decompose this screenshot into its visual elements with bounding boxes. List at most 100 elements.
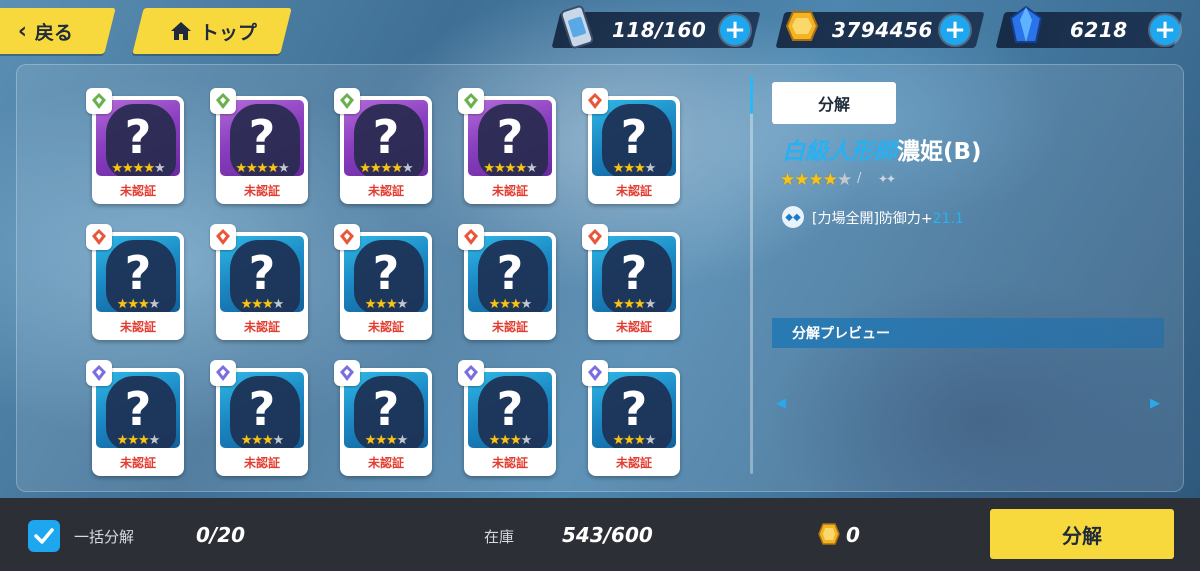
item-name-rest: 濃姫(B) xyxy=(897,139,982,165)
unknown-icon: ? xyxy=(496,110,524,164)
item-name-accent: 白級人形師 xyxy=(782,139,897,165)
item-card[interactable]: ? ★★★★ 未認証 xyxy=(334,360,432,476)
item-name: 白級人形師濃姫(B) xyxy=(782,132,982,166)
unknown-icon: ? xyxy=(496,382,524,436)
element-badge-icon xyxy=(334,360,360,386)
top-button[interactable]: トップ xyxy=(132,8,292,54)
card-label: 未認証 xyxy=(367,456,404,470)
bulk-count: 0/20 xyxy=(196,523,246,547)
stock-label: 在庫 xyxy=(484,528,515,546)
element-badge-icon xyxy=(582,224,608,250)
item-card[interactable]: ? ★★★★★ 未認証 xyxy=(334,88,432,204)
card-label: 未認証 xyxy=(243,184,280,198)
card-label: 未認証 xyxy=(491,320,528,334)
unknown-icon: ? xyxy=(372,382,400,436)
card-label: 未認証 xyxy=(367,320,404,334)
item-card[interactable]: ? ★★★★ 未認証 xyxy=(210,224,308,340)
element-badge-icon xyxy=(86,224,112,250)
element-badge-icon xyxy=(334,88,360,114)
card-label: 未認証 xyxy=(243,320,280,334)
card-label: 未認証 xyxy=(615,184,652,198)
item-card[interactable]: ? ★★★★★ 未認証 xyxy=(86,88,184,204)
item-card[interactable]: ? ★★★★★ 未認証 xyxy=(210,88,308,204)
item-card[interactable]: ? ★★★★ 未認証 xyxy=(458,360,556,476)
card-stars: ★★★★ xyxy=(364,297,409,312)
scrollbar-thumb[interactable] xyxy=(750,76,753,114)
card-label: 未認証 xyxy=(491,184,528,198)
crystal-icon xyxy=(1006,4,1046,52)
item-card[interactable]: ? ★★★★ 未認証 xyxy=(458,224,556,340)
item-card[interactable]: ? ★★★★ 未認証 xyxy=(582,224,680,340)
item-card[interactable]: ? ★★★★ 未認証 xyxy=(210,360,308,476)
card-stars: ★★★★★ xyxy=(483,161,537,176)
skill-text: [力場全開]防御力+21.1 xyxy=(812,208,964,228)
disassemble-tab[interactable]: 分解 xyxy=(772,82,896,124)
bulk-label: 一括分解 xyxy=(74,528,135,546)
card-stars: ★★★★ xyxy=(488,297,533,312)
home-icon xyxy=(170,21,192,41)
card-stars: ★★★★ xyxy=(612,433,657,448)
unknown-icon: ? xyxy=(496,246,524,300)
unknown-icon: ? xyxy=(124,246,152,300)
item-stars: ★★★★★ xyxy=(780,170,852,190)
element-badge-icon xyxy=(334,224,360,250)
unknown-icon: ? xyxy=(372,110,400,164)
element-badge-icon xyxy=(86,88,112,114)
element-badge-icon xyxy=(458,88,484,114)
add-coins-button[interactable]: + xyxy=(940,15,970,45)
card-label: 未認証 xyxy=(491,456,528,470)
coin-cost: 0 xyxy=(846,523,860,547)
disassemble-button[interactable]: 分解 xyxy=(990,509,1174,559)
chevron-left-icon: ‹ xyxy=(18,18,28,44)
item-card[interactable]: ? ★★★★ 未認証 xyxy=(582,360,680,476)
crystals-value: 6218 xyxy=(1070,18,1128,42)
unknown-icon: ? xyxy=(248,110,276,164)
item-card[interactable]: ? ★★★★ 未認証 xyxy=(582,88,680,204)
unknown-icon: ? xyxy=(124,382,152,436)
unknown-icon: ? xyxy=(620,110,648,164)
element-badge-icon xyxy=(86,360,112,386)
element-badge-icon xyxy=(210,224,236,250)
item-card[interactable]: ? ★★★★ 未認証 xyxy=(334,224,432,340)
card-stars: ★★★★ xyxy=(240,297,285,312)
card-stars: ★★★★ xyxy=(488,433,533,448)
card-stars: ★★★★ xyxy=(116,433,161,448)
back-button[interactable]: ‹ 戻る xyxy=(0,8,116,54)
element-badge-icon xyxy=(582,360,608,386)
unknown-icon: ? xyxy=(620,246,648,300)
item-card[interactable]: ? ★★★★ 未認証 xyxy=(86,224,184,340)
card-label: 未認証 xyxy=(243,456,280,470)
top-label: トップ xyxy=(200,21,258,44)
coin-icon xyxy=(784,8,820,48)
card-stars: ★★★★ xyxy=(116,297,161,312)
stamina-icon xyxy=(560,4,594,54)
card-stars: ★★★★ xyxy=(612,161,657,176)
skill-icon: ◆◆ xyxy=(782,206,804,228)
bulk-checkbox[interactable] xyxy=(28,520,60,552)
element-badge-icon xyxy=(210,360,236,386)
unknown-icon: ? xyxy=(248,382,276,436)
scrollbar-track[interactable] xyxy=(750,76,753,474)
unknown-icon: ? xyxy=(372,246,400,300)
prev-arrow-icon[interactable]: ◀ xyxy=(776,396,786,411)
card-label: 未認証 xyxy=(615,320,652,334)
card-label: 未認証 xyxy=(615,456,652,470)
unknown-icon: ? xyxy=(620,382,648,436)
item-card[interactable]: ? ★★★★ 未認証 xyxy=(86,360,184,476)
item-card[interactable]: ? ★★★★★ 未認証 xyxy=(458,88,556,204)
add-crystals-button[interactable]: + xyxy=(1150,15,1180,45)
card-label: 未認証 xyxy=(119,456,156,470)
add-stamina-button[interactable]: + xyxy=(720,15,750,45)
coin-icon xyxy=(818,522,840,550)
card-stars: ★★★★ xyxy=(240,433,285,448)
skill-label: [力場全開]防御力+ xyxy=(812,211,933,227)
card-stars: ★★★★ xyxy=(612,297,657,312)
back-label: 戻る xyxy=(35,21,74,44)
coins-value: 3794456 xyxy=(832,18,933,42)
element-badge-icon xyxy=(458,224,484,250)
next-arrow-icon[interactable]: ▶ xyxy=(1150,396,1160,411)
card-label: 未認証 xyxy=(119,184,156,198)
card-stars: ★★★★ xyxy=(364,433,409,448)
stamina-value: 118/160 xyxy=(612,18,707,42)
stock-value: 543/600 xyxy=(562,523,653,547)
